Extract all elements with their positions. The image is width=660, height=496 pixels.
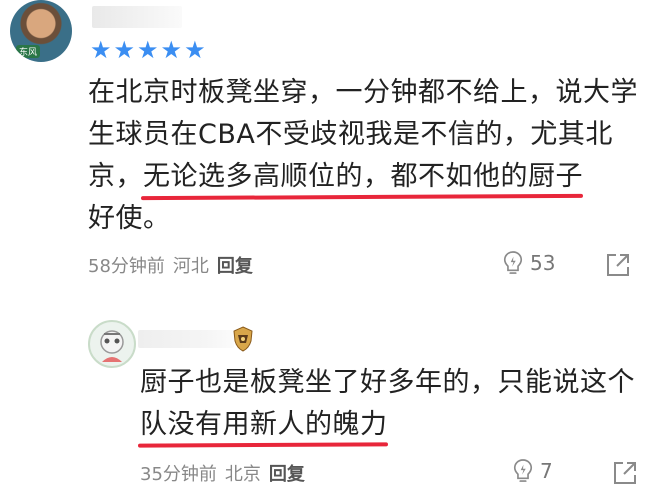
comment-text-part: 厨子也是板凳坐了好多年的，只能说这个 — [140, 367, 635, 398]
comment-text: 在北京时板凳坐穿，一分钟都不给上，说大学生球员在CBA不受歧视我是不信的，尤其北… — [88, 72, 648, 240]
comment-text: 厨子也是板凳坐了好多年的，只能说这个 队没有用新人的魄力 — [140, 362, 640, 446]
share-icon[interactable] — [612, 460, 638, 486]
lightbulb-like-icon — [503, 251, 523, 274]
comment-location: 北京 — [224, 464, 261, 485]
avatar-badge: 东风 — [16, 45, 41, 58]
commenter-avatar[interactable] — [88, 320, 136, 368]
star-icon: ★ — [184, 36, 206, 64]
star-icon: ★ — [137, 36, 159, 64]
comment-text-part: 好使。 — [88, 203, 171, 234]
reply-button[interactable]: 回复 — [269, 460, 305, 486]
comment-location: 河北 — [172, 256, 209, 277]
username-blurred[interactable] — [92, 6, 182, 28]
avatar-illustration — [100, 330, 124, 362]
comment-time: 35分钟前 — [140, 464, 217, 485]
highlighted-text: 队没有用新人的魄力 — [140, 409, 388, 440]
username-blurred[interactable] — [138, 330, 234, 348]
reply-button[interactable]: 回复 — [217, 252, 253, 278]
highlighted-text: 无论选多高顺位的，都不如他的厨子 — [143, 161, 583, 192]
star-icon: ★ — [160, 36, 183, 64]
like-button[interactable]: 53 — [502, 250, 555, 276]
rating-stars: ★ ★ ★ ★ ★ — [90, 38, 206, 62]
like-count: 53 — [530, 251, 556, 275]
comment-meta: 35分钟前 北京 回复 — [140, 460, 305, 486]
comment-time: 58分钟前 — [88, 256, 165, 277]
like-button[interactable]: 7 — [512, 458, 553, 484]
lightbulb-like-icon — [513, 459, 533, 482]
level-badge-icon — [233, 326, 253, 352]
star-icon: ★ — [113, 36, 136, 64]
share-icon[interactable] — [605, 252, 631, 278]
comment-meta: 58分钟前 河北 回复 — [88, 252, 253, 278]
commenter-avatar[interactable]: 东风 — [10, 0, 72, 62]
like-count: 7 — [540, 459, 553, 483]
star-icon: ★ — [90, 36, 112, 64]
